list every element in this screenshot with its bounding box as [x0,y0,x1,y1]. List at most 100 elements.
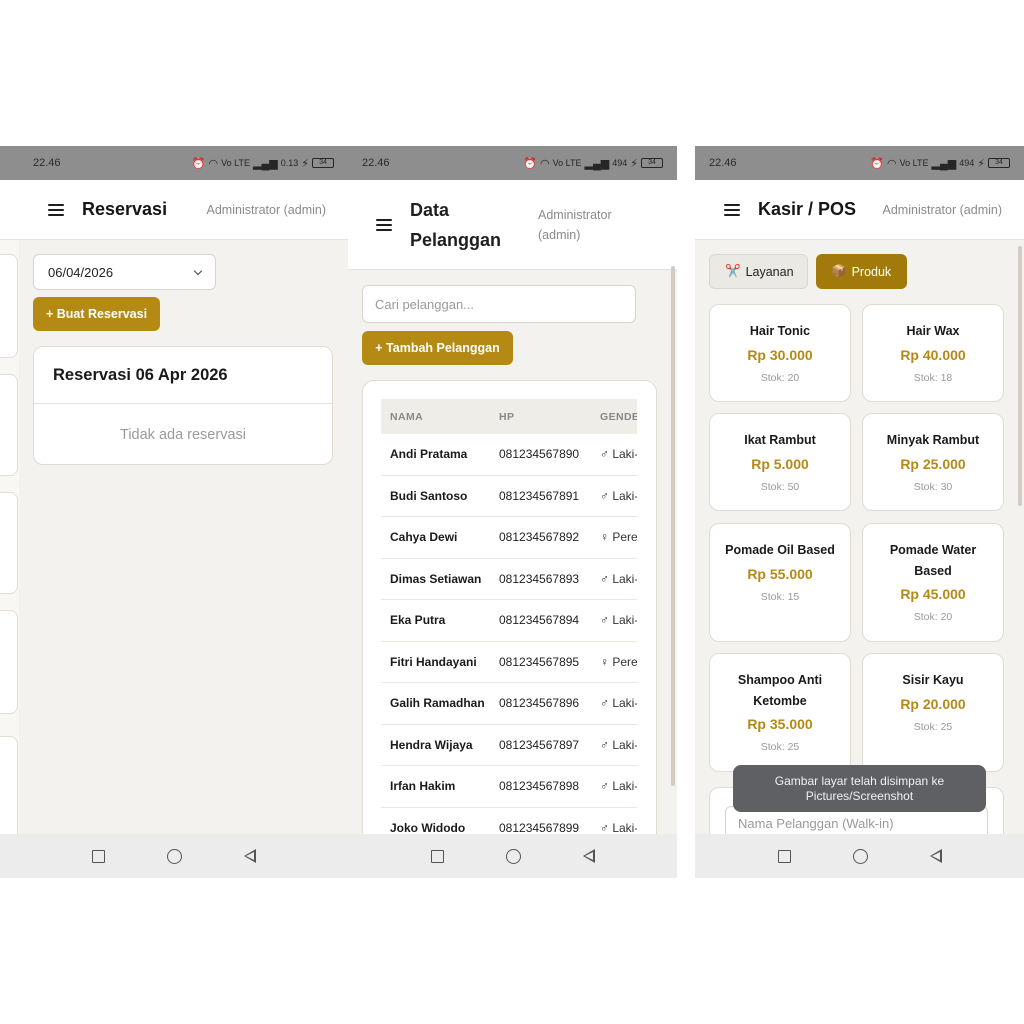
customer-gender: ♀ Pere [600,654,637,669]
status-bar: 22.46 ⏰ ◠ Vo LTE ▂▄▆ 0.13 ⚡ 34 [0,146,348,180]
product-card[interactable]: Hair Wax Rp 40.000 Stok: 18 [862,304,1004,402]
customer-gender: ♂ Laki- [600,696,637,711]
status-time: 22.46 [362,157,390,169]
table-row[interactable]: Dimas Setiawan 081234567893 ♂ Laki- [381,559,637,600]
customer-gender: ♂ Laki- [600,779,637,794]
table-header: NAMA HP GENDE [381,399,637,434]
volte-icon: Vo LTE [221,158,251,168]
customer-gender: ♂ Laki- [600,820,637,835]
product-card[interactable]: Sisir Kayu Rp 20.000 Stok: 25 [862,653,1004,772]
back-icon[interactable] [582,849,595,863]
charging-icon: ⚡ [630,157,638,170]
empty-state: Tidak ada reservasi [120,427,246,443]
package-icon: 📦 [831,264,847,278]
product-price: Rp 45.000 [900,586,966,602]
add-customer-button[interactable]: + Tambah Pelanggan [362,331,513,365]
menu-icon[interactable] [376,218,392,231]
product-stock: Stok: 30 [913,480,953,493]
customer-name: Irfan Hakim [390,779,456,794]
page-title-line1: Data [410,199,450,220]
customer-phone: 081234567893 [499,571,580,586]
scrollbar[interactable] [1018,246,1022,506]
date-input[interactable]: 06/04/2026 [33,254,216,290]
create-reservation-button[interactable]: + Buat Reservasi [33,297,160,331]
product-price: Rp 30.000 [747,346,813,363]
reservation-card: Reservasi 06 Apr 2026 Tidak ada reservas… [33,346,333,465]
product-price: Rp 40.000 [900,346,966,363]
screenshot-toast: Gambar layar telah disimpan ke Pictures/… [733,765,986,812]
app-bar: Data Pelanggan Administrator (admin) [348,180,677,270]
pos-tabs: ✂️ Layanan 📦 Produk [709,254,907,289]
reservation-card-title: Reservasi 06 Apr 2026 [34,347,332,404]
reservasi-screen: 22.46 ⏰ ◠ Vo LTE ▂▄▆ 0.13 ⚡ 34 Reservasi… [0,146,348,878]
wifi-icon: ◠ [208,157,219,170]
table-row[interactable]: Eka Putra 081234567894 ♂ Laki- [381,600,637,642]
system-nav-bar [695,834,1024,878]
table-row[interactable]: Galih Ramadhan 081234567896 ♂ Laki- [381,683,637,725]
customer-table-card: NAMA HP GENDE Andi Pratama 081234567890 … [362,380,657,878]
recents-icon[interactable] [777,849,791,863]
user-label: Administrator (admin) [538,205,628,245]
search-input[interactable]: Cari pelanggan... [362,285,636,323]
volte-icon: Vo LTE [899,158,929,168]
customer-name: Budi Santoso [390,488,468,503]
battery-icon: 34 [312,158,334,168]
customer-phone: 081234567891 [499,488,580,503]
user-label-line2: (admin) [538,227,581,242]
pos-screen: 22.46 ⏰ ◠ Vo LTE ▂▄▆ 494 ⚡ 34 Kasir / PO… [695,146,1024,878]
back-icon[interactable] [929,849,942,863]
table-row[interactable]: Cahya Dewi 081234567892 ♀ Pere [381,517,637,559]
page-title: Data Pelanggan [410,195,538,255]
home-icon[interactable] [505,848,521,864]
menu-icon[interactable] [48,203,64,216]
status-icons: ⏰ ◠ Vo LTE ▂▄▆ 494 ⚡ 34 [870,157,1010,170]
product-name: Pomade Oil Based [725,543,835,557]
table-row[interactable]: Fitri Handayani 081234567895 ♀ Pere [381,642,637,683]
volte-icon: Vo LTE [552,158,582,168]
customer-name: Hendra Wijaya [390,737,473,752]
alarm-icon: ⏰ [523,157,538,170]
table-row[interactable]: Andi Pratama 081234567890 ♂ Laki- [381,434,637,476]
product-name: Ikat Rambut [744,433,816,447]
recents-icon[interactable] [430,849,444,863]
sidebar-card [0,492,18,594]
sidebar-card [0,254,18,358]
product-card[interactable]: Pomade Water Based Rp 45.000 Stok: 20 [862,523,1004,642]
toast-line1: Gambar layar telah disimpan ke [774,773,945,788]
tab-layanan[interactable]: ✂️ Layanan [709,254,808,289]
column-header-name: NAMA [390,410,424,423]
customer-name: Cahya Dewi [390,530,458,545]
product-name: Hair Tonic [749,324,811,338]
recents-icon[interactable] [92,849,105,863]
tab-layanan-label: Layanan [745,264,794,279]
product-card[interactable]: Shampoo Anti Ketombe Rp 35.000 Stok: 25 [709,653,851,772]
table-row[interactable]: Hendra Wijaya 081234567897 ♂ Laki- [381,725,637,766]
product-card[interactable]: Pomade Oil Based Rp 55.000 Stok: 15 [709,523,851,642]
tab-produk[interactable]: 📦 Produk [816,254,907,289]
table-row[interactable]: Budi Santoso 081234567891 ♂ Laki- [381,476,637,517]
home-icon[interactable] [167,848,182,864]
customer-gender: ♂ Laki- [600,488,637,503]
scrollbar[interactable] [671,266,675,786]
signal-icon: ▂▄▆ [253,157,278,170]
wifi-icon: ◠ [887,157,897,170]
customer-screen: 22.46 ⏰ ◠ Vo LTE ▂▄▆ 494 ⚡ 34 Data Pelan… [348,146,677,878]
product-card[interactable]: Minyak Rambut Rp 25.000 Stok: 30 [862,413,1004,511]
user-label: Administrator (admin) [882,202,1002,217]
home-icon[interactable] [852,848,868,864]
alarm-icon: ⏰ [870,157,885,170]
product-stock: Stok: 25 [760,741,800,753]
signal-icon: ▂▄▆ [584,157,610,170]
table-row[interactable]: Irfan Hakim 081234567898 ♂ Laki- [381,766,637,808]
scissors-icon: ✂️ [725,264,741,278]
product-price: Rp 5.000 [751,455,809,472]
alarm-icon: ⏰ [191,157,206,170]
back-icon[interactable] [244,849,256,863]
product-card[interactable]: Hair Tonic Rp 30.000 Stok: 20 [709,304,851,402]
page-title: Kasir / POS [758,199,857,219]
customer-gender: ♂ Laki- [600,613,637,628]
product-price: Rp 55.000 [747,565,813,582]
menu-icon[interactable] [724,203,740,216]
product-card[interactable]: Ikat Rambut Rp 5.000 Stok: 50 [709,413,851,511]
customer-name: Dimas Setiawan [390,571,482,586]
